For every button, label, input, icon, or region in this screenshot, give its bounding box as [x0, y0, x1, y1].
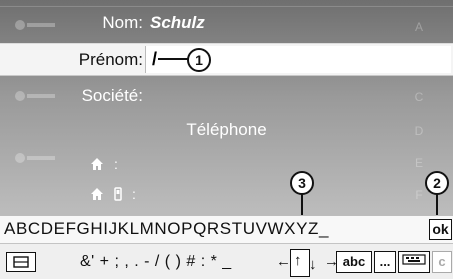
telephone-header-label: Téléphone [186, 120, 267, 139]
arrow-down-key[interactable]: ↓ [306, 249, 323, 275]
arrow-down-icon: ↓ [309, 256, 317, 273]
prenom-label: Prénom: [78, 49, 143, 69]
nom-label: Nom: [102, 13, 143, 32]
keyboard-layout-button[interactable] [398, 251, 430, 273]
home-icon [91, 188, 103, 200]
character-bar-letters: ABCDEFGHIJKLMNOPQRSTUVWXYZ_ ok [0, 215, 453, 243]
ghost-band [0, 6, 453, 7]
home-icon [91, 158, 103, 170]
prenom-row[interactable]: Prénom: / [0, 43, 453, 76]
symbol-keys[interactable]: &' + ; , . - / ( ) # : * _ [80, 253, 232, 271]
arrow-left-icon[interactable]: ← [276, 253, 291, 270]
phone-home-row[interactable]: : [90, 153, 118, 175]
ghost-card-icon [14, 150, 58, 166]
phone-home-mobile-row[interactable]: : [90, 183, 136, 205]
phone-home-mobile-label: : [132, 186, 136, 202]
telephone-header: Téléphone [0, 115, 453, 145]
nom-row[interactable]: Nom: Schulz [0, 8, 453, 38]
contact-entry-screen: A B C D E F Nom: Schulz Prénom: / Sociét… [0, 0, 453, 279]
callout-2: 2 [425, 171, 449, 195]
clear-button[interactable]: c [432, 251, 452, 273]
phone-home-label: : [114, 156, 118, 172]
societe-row[interactable]: Société: [0, 81, 453, 111]
keyboard-icon [402, 254, 426, 265]
prenom-input-cursor: / [152, 49, 158, 69]
letter-keys[interactable]: ABCDEFGHIJKLMNOPQRSTUVWXYZ_ [4, 219, 329, 239]
character-bar-symbols: &' + ; , . - / ( ) # : * _ ← ↑ ↓ → abc .… [0, 243, 453, 279]
back-button[interactable] [6, 252, 36, 272]
callout-1-leader [158, 58, 188, 60]
arrow-up-icon: ↑ [294, 252, 302, 269]
more-characters-button[interactable]: ... [374, 251, 396, 273]
mobile-phone-icon [114, 187, 122, 201]
nom-value: Schulz [150, 13, 205, 32]
societe-label: Société: [81, 86, 143, 105]
callout-3: 3 [290, 171, 314, 195]
ok-button[interactable]: ok [429, 219, 452, 240]
ghost-index-letter: E [414, 156, 423, 170]
back-icon [13, 256, 29, 268]
callout-1: 1 [187, 48, 211, 72]
abc-button[interactable]: abc [336, 251, 372, 273]
